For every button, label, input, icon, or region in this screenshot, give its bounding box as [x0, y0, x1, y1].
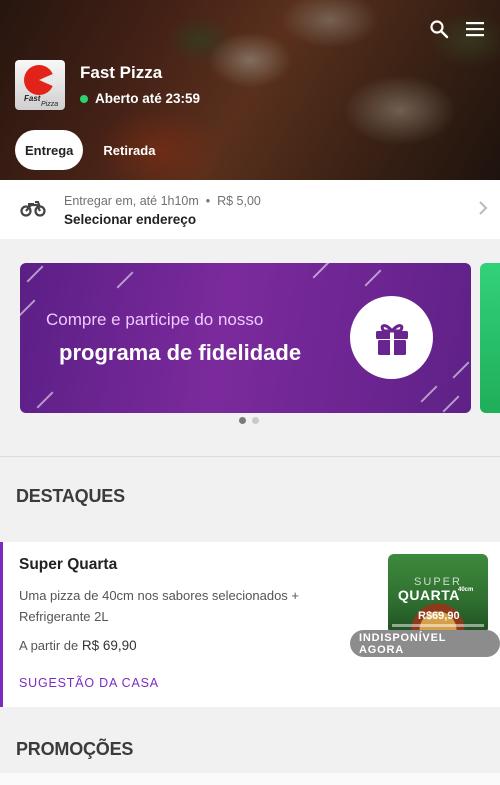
banner-line-2: programa de fidelidade: [59, 340, 302, 365]
section-title-promotions: PROMOÇÕES: [16, 739, 134, 759]
product-tag: SUGESTÃO DA CASA: [19, 676, 159, 690]
store-status-text: Aberto até 23:59: [95, 91, 201, 106]
search-icon[interactable]: [428, 18, 450, 40]
menu-icon[interactable]: [464, 18, 486, 40]
banner-line-1: Compre e participe do nosso: [46, 310, 264, 329]
section-title-highlights: DESTAQUES: [16, 486, 125, 506]
section-divider: [0, 456, 500, 457]
store-status: Aberto até 23:59: [80, 91, 200, 106]
logo-text-fast: Fast: [24, 94, 41, 103]
product-description: Uma pizza de 40cm nos sabores selecionad…: [19, 588, 300, 624]
pager-dot-1[interactable]: [239, 417, 246, 424]
unavailable-badge: INDISPONÍVEL AGORA: [350, 630, 500, 657]
promotions-list-start: [0, 773, 500, 785]
pager-dot-2[interactable]: [252, 417, 259, 424]
loyalty-banner[interactable]: Compre e participe do nosso programa de …: [20, 263, 471, 413]
tab-entrega[interactable]: Entrega: [15, 130, 84, 170]
product-title: Super Quarta: [19, 556, 118, 573]
header-actions: [428, 18, 486, 40]
banner-pager: [239, 417, 259, 424]
gift-icon: [350, 296, 433, 379]
open-status-dot: [80, 94, 88, 103]
price-value: R$ 69,90: [81, 638, 137, 653]
thumb-text-price: R$69,90: [418, 610, 460, 622]
delivery-mode-tabs: Entrega Retirada: [15, 130, 165, 170]
store-name: Fast Pizza: [80, 63, 163, 82]
thumb-text-quarta: QUARTA: [398, 587, 460, 603]
thumb-text-size: 40cm: [458, 587, 474, 593]
tab-retirada[interactable]: Retirada: [93, 130, 165, 170]
delivery-fee: R$ 5,00: [217, 194, 261, 208]
delivery-eta: Entregar em, até 1h10m: [64, 194, 199, 208]
next-banner-peek[interactable]: [480, 263, 500, 413]
logo-text-pizza: Pizza: [41, 101, 59, 108]
product-card-super-quarta[interactable]: Super Quarta Uma pizza de 40cm nos sabor…: [0, 542, 500, 707]
select-address-row[interactable]: [0, 180, 500, 239]
motorcycle-icon: [20, 198, 46, 223]
store-logo: Fast Pizza: [15, 60, 65, 110]
price-prefix: A partir de: [19, 638, 79, 653]
store-header: Fast Pizza Fast Pizza Aberto até 23:59 E…: [0, 0, 500, 180]
product-price: A partir de R$ 69,90: [19, 638, 137, 653]
product-image: SUPER QUARTA 40cm R$69,90: [388, 554, 488, 634]
delivery-info: Entregar em, até 1h10m • R$ 5,00: [64, 194, 261, 208]
chevron-right-icon: [478, 201, 488, 220]
select-address-label: Selecionar endereço: [64, 212, 197, 227]
